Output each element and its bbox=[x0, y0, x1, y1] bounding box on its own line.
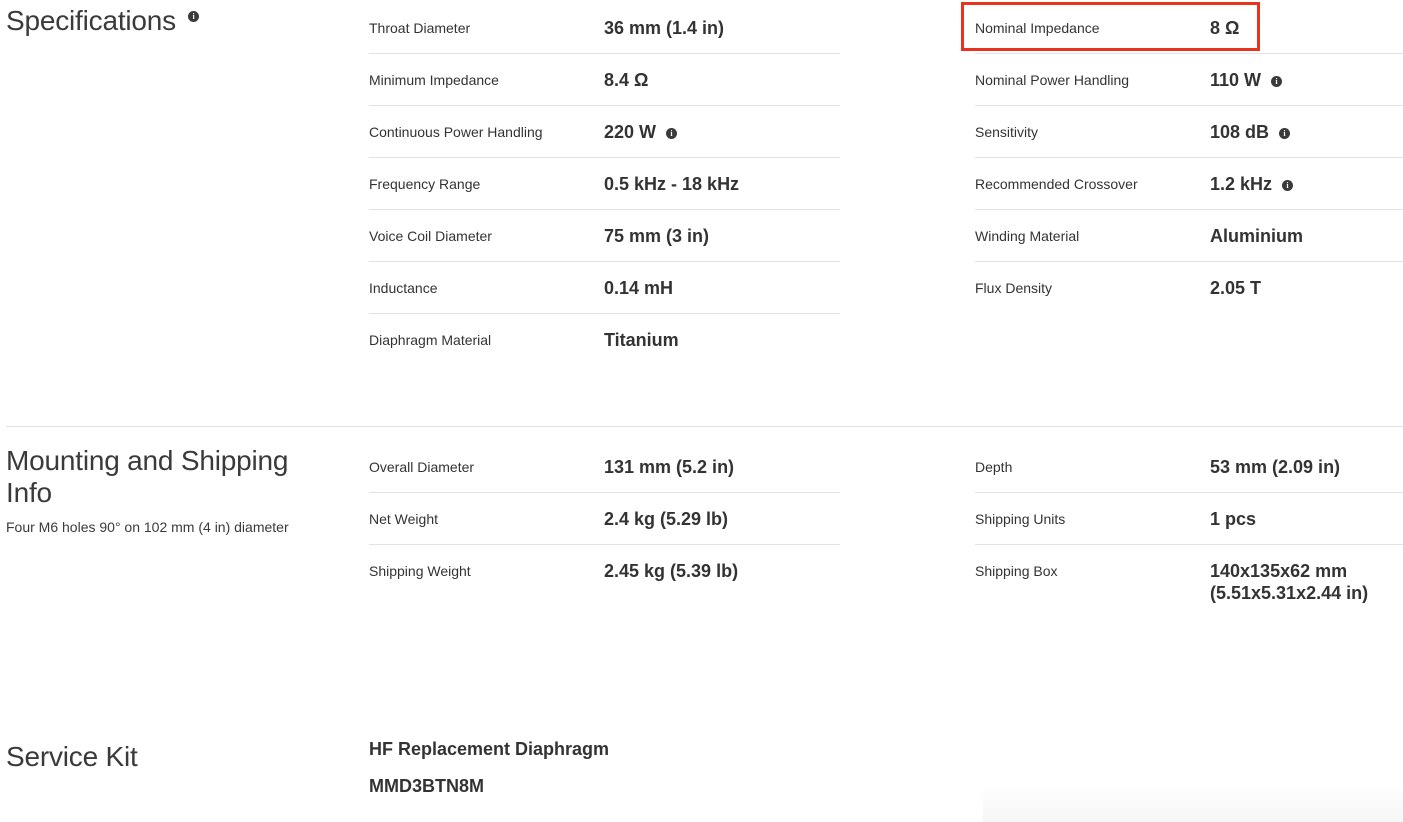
spec-label: Shipping Weight bbox=[369, 563, 471, 579]
spec-row-recommended-crossover: Recommended Crossover 1.2 kHz i bbox=[975, 158, 1403, 210]
service-kit-item-name: HF Replacement Diaphragm bbox=[369, 739, 610, 759]
mounting-row-shipping-weight: Shipping Weight 2.45 kg (5.39 lb) bbox=[369, 545, 840, 597]
spec-value: 75 mm (3 in) bbox=[604, 226, 710, 246]
mounting-row-depth: Depth 53 mm (2.09 in) bbox=[975, 441, 1403, 493]
spec-label: Winding Material bbox=[975, 228, 1080, 244]
spec-label: Continuous Power Handling bbox=[369, 124, 543, 140]
spec-value: 220 W bbox=[604, 122, 657, 142]
spec-value: 2.4 kg (5.29 lb) bbox=[604, 509, 729, 529]
specifications-title: Specifications i bbox=[6, 5, 199, 37]
mounting-right-column: Depth 53 mm (2.09 in) Shipping Units 1 p… bbox=[975, 441, 1403, 603]
spec-value: 110 W bbox=[1210, 70, 1262, 90]
service-kit-item-code: MMD3BTN8M bbox=[369, 776, 484, 796]
spec-label: Net Weight bbox=[369, 511, 438, 527]
section-divider bbox=[6, 426, 1403, 427]
spec-value: 108 dB bbox=[1210, 122, 1270, 142]
spec-label: Inductance bbox=[369, 280, 438, 296]
spec-row-voice-coil-diameter: Voice Coil Diameter 75 mm (3 in) bbox=[369, 210, 840, 262]
spec-value: 0.5 kHz - 18 kHz bbox=[604, 174, 740, 194]
spec-value: 140x135x62 mm (5.51x5.31x2.44 in) bbox=[1210, 561, 1369, 603]
mounting-row-shipping-units: Shipping Units 1 pcs bbox=[975, 493, 1403, 545]
spec-label: Sensitivity bbox=[975, 124, 1039, 140]
spec-label: Diaphragm Material bbox=[369, 332, 492, 348]
spec-label: Throat Diameter bbox=[369, 20, 471, 36]
spec-label: Nominal Power Handling bbox=[975, 72, 1130, 88]
mounting-note: Four M6 holes 90° on 102 mm (4 in) diame… bbox=[6, 519, 289, 535]
mounting-row-overall-diameter: Overall Diameter 131 mm (5.2 in) bbox=[369, 441, 840, 493]
mounting-row-net-weight: Net Weight 2.4 kg (5.29 lb) bbox=[369, 493, 840, 545]
spec-row-inductance: Inductance 0.14 mH bbox=[369, 262, 840, 314]
info-icon[interactable]: i bbox=[187, 11, 199, 22]
spec-label: Voice Coil Diameter bbox=[369, 228, 492, 244]
spec-value: Titanium bbox=[604, 330, 679, 350]
spec-value: Aluminium bbox=[1210, 226, 1303, 246]
spec-label: Overall Diameter bbox=[369, 459, 475, 475]
mounting-title: Mounting and Shipping Info bbox=[6, 445, 289, 508]
spec-label: Recommended Crossover bbox=[975, 176, 1138, 192]
spec-value: 53 mm (2.09 in) bbox=[1210, 457, 1341, 477]
spec-row-winding-material: Winding Material Aluminium bbox=[975, 210, 1403, 262]
spec-value: 2.05 T bbox=[1210, 278, 1262, 298]
spec-row-nominal-power-handling: Nominal Power Handling 110 W i bbox=[975, 54, 1403, 106]
info-icon[interactable]: i bbox=[666, 127, 678, 139]
spec-value: 0.14 mH bbox=[604, 278, 674, 298]
spec-row-minimum-impedance: Minimum Impedance 8.4 Ω bbox=[369, 54, 840, 106]
spec-row-frequency-range: Frequency Range 0.5 kHz - 18 kHz bbox=[369, 158, 840, 210]
highlight-box bbox=[961, 2, 1260, 51]
spec-label: Shipping Box bbox=[975, 563, 1058, 579]
spec-row-sensitivity: Sensitivity 108 dB i bbox=[975, 106, 1403, 158]
spec-value: 36 mm (1.4 in) bbox=[604, 18, 725, 38]
spec-label: Shipping Units bbox=[975, 511, 1066, 527]
spec-value: 131 mm (5.2 in) bbox=[604, 457, 735, 477]
spec-label: Flux Density bbox=[975, 280, 1053, 296]
spec-label: Depth bbox=[975, 459, 1013, 475]
spec-row-continuous-power-handling: Continuous Power Handling 220 W i bbox=[369, 106, 840, 158]
spec-value: 1.2 kHz bbox=[1210, 174, 1273, 194]
info-icon[interactable]: i bbox=[1279, 127, 1291, 139]
spec-row-diaphragm-material: Diaphragm Material Titanium bbox=[369, 314, 840, 366]
spec-value: 2.45 kg (5.39 lb) bbox=[604, 561, 739, 581]
bottom-fade bbox=[983, 782, 1403, 822]
spec-label: Frequency Range bbox=[369, 176, 481, 192]
mounting-left-column: Overall Diameter 131 mm (5.2 in) Net Wei… bbox=[369, 441, 840, 597]
info-icon[interactable]: i bbox=[1271, 75, 1283, 87]
spec-row-flux-density: Flux Density 2.05 T bbox=[975, 262, 1403, 314]
spec-left-column: Throat Diameter 36 mm (1.4 in) Minimum I… bbox=[369, 2, 840, 366]
mounting-row-shipping-box: Shipping Box 140x135x62 mm (5.51x5.31x2.… bbox=[975, 545, 1403, 603]
spec-row-throat-diameter: Throat Diameter 36 mm (1.4 in) bbox=[369, 2, 840, 54]
spec-label: Minimum Impedance bbox=[369, 72, 499, 88]
spec-value: 8.4 Ω bbox=[604, 70, 649, 90]
spec-value: 1 pcs bbox=[1210, 509, 1257, 529]
info-icon[interactable]: i bbox=[1282, 179, 1294, 191]
service-kit-title: Service Kit bbox=[6, 741, 138, 772]
